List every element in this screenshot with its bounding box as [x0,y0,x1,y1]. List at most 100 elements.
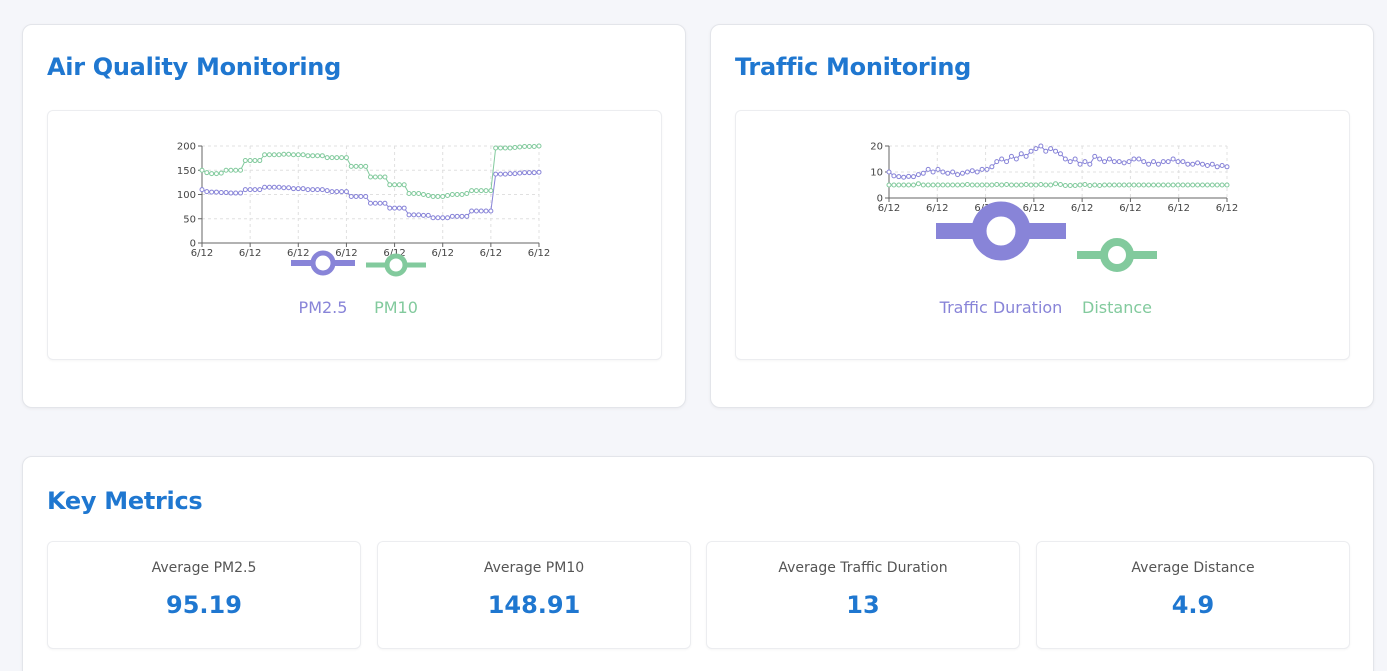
data-point [989,164,995,170]
x-tick-label: 6/12 [239,248,261,259]
metric-value: 4.9 [1171,591,1215,619]
data-point [906,182,912,188]
data-point [204,170,210,176]
data-point [915,181,921,187]
data-point [502,171,508,177]
data-point [324,155,330,161]
data-point [1200,182,1206,188]
data-point [247,187,253,193]
data-point [1160,182,1166,188]
y-tick-label: 10 [870,168,883,179]
legend-icon-distance [1077,238,1157,272]
series-traffic-duration [886,143,1230,180]
data-point [1077,161,1083,167]
data-point [886,169,892,175]
data-point [435,215,441,221]
data-point [1155,161,1161,167]
y-tick-label: 20 [870,142,883,153]
data-point [286,151,292,157]
data-point [228,167,234,173]
data-point [454,213,460,219]
data-point [464,213,470,219]
data-point [233,167,239,173]
data-point [281,185,287,191]
data-point [979,166,985,172]
data-point [1067,159,1073,165]
data-point [1106,156,1112,162]
data-point [473,188,479,194]
data-point [295,186,301,192]
data-point [1185,161,1191,167]
data-point [1136,156,1142,162]
data-point [1053,181,1059,187]
data-point [940,182,946,188]
data-point [213,189,219,195]
air-quality-title: Air Quality Monitoring [47,53,341,81]
traffic-title: Traffic Monitoring [735,53,972,81]
data-point [935,182,941,188]
data-point [1033,182,1039,188]
data-point [396,182,402,188]
data-point [348,163,354,169]
metric-value: 13 [846,591,880,619]
data-point [271,152,277,158]
data-point [329,155,335,161]
data-point [440,215,446,221]
key-metrics-card: Key Metrics Average PM2.5 95.19 Average … [22,456,1374,671]
data-point [387,205,393,211]
data-point [497,145,503,151]
data-point [213,171,219,177]
data-point [242,187,248,193]
data-point [425,212,431,218]
data-point [1165,159,1171,165]
data-point [1087,161,1093,167]
data-point [1151,182,1157,188]
legend-marker [384,253,408,277]
data-point [257,158,263,164]
data-point [1111,159,1117,165]
metric-label: Average Traffic Duration [778,560,948,576]
air-quality-chart-svg: 0501001502006/12 6/12 6/12 6/12 6/12 6/12 6/12… [177,142,550,277]
data-point [1057,151,1063,157]
data-point [478,208,484,214]
data-point [526,143,532,149]
data-point [502,145,508,151]
data-point [416,191,422,197]
data-point [209,189,215,195]
x-tick-label: 6/12 [1167,203,1189,214]
metric-avg-traffic-duration: Average Traffic Duration 13 [706,541,1020,649]
data-point [449,192,455,197]
data-point [1028,182,1034,188]
data-point [1151,159,1157,165]
data-point [1155,182,1161,188]
data-point [1204,163,1210,168]
data-point [1141,159,1147,165]
data-point [300,152,306,158]
data-point [295,152,301,158]
data-point [979,182,985,188]
data-point [1023,153,1029,159]
data-point [1204,182,1210,188]
data-point [964,169,970,175]
data-point [1013,182,1019,188]
data-point [411,191,417,197]
data-point [257,187,263,193]
series-distance [886,181,1230,189]
key-metrics-title: Key Metrics [47,487,203,515]
data-point [1219,163,1225,168]
data-point [1175,159,1181,165]
data-point [435,193,441,199]
legend-marker [971,201,1031,261]
data-point [425,192,431,198]
data-point [252,187,258,193]
data-point [315,153,321,159]
data-point [223,167,229,173]
data-point [343,189,349,195]
data-point [1209,161,1215,167]
data-point [276,152,282,158]
data-point [1097,183,1103,189]
legend-icon-pm10 [366,253,426,277]
data-point [536,143,542,149]
data-point [372,200,378,206]
data-point [901,174,907,180]
